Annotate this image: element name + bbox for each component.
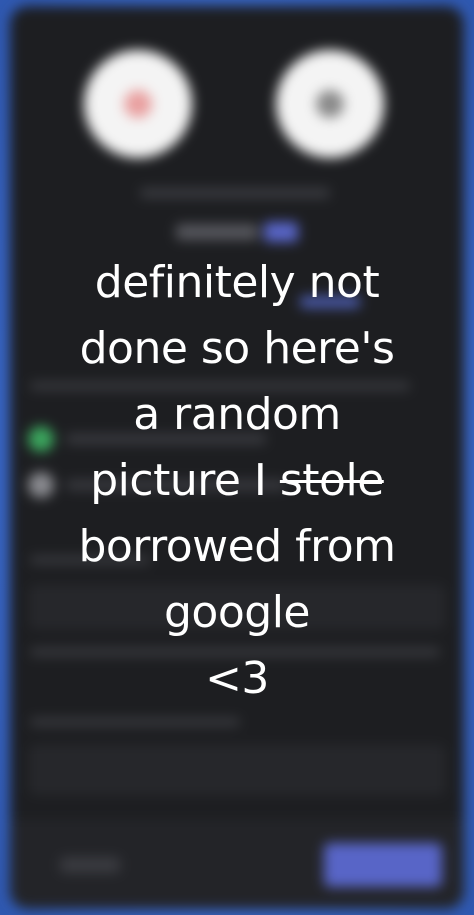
back-button[interactable] bbox=[60, 857, 120, 873]
app-name-placeholder bbox=[176, 224, 258, 240]
dialog-footer bbox=[10, 819, 464, 909]
caption-line-4: picture I stole bbox=[0, 448, 474, 514]
heading-placeholder bbox=[140, 188, 330, 198]
permissions-field[interactable] bbox=[30, 746, 444, 794]
caption-line-1: definitely not bbox=[94, 257, 380, 308]
caption-line-6: google bbox=[164, 587, 311, 638]
caption-overlay: definitely not done so here's a random p… bbox=[0, 250, 474, 712]
permissions-label bbox=[30, 718, 240, 726]
caption-line-4-prefix: picture I bbox=[90, 455, 280, 506]
caption-line-2: done so here's bbox=[79, 323, 395, 374]
caption-line-7: <3 bbox=[205, 653, 269, 704]
app-icon-left bbox=[84, 50, 192, 158]
app-icon-right-glyph bbox=[316, 90, 344, 118]
bot-badge bbox=[264, 222, 298, 242]
app-icon-right bbox=[276, 50, 384, 158]
continue-button[interactable] bbox=[324, 843, 442, 887]
caption-line-3: a random bbox=[133, 389, 341, 440]
screenshot-frame: definitely not done so here's a random p… bbox=[0, 0, 474, 915]
caption-struck-word: stole bbox=[279, 455, 384, 506]
app-icon-left-glyph bbox=[124, 90, 152, 118]
caption-line-5: borrowed from bbox=[78, 521, 396, 572]
